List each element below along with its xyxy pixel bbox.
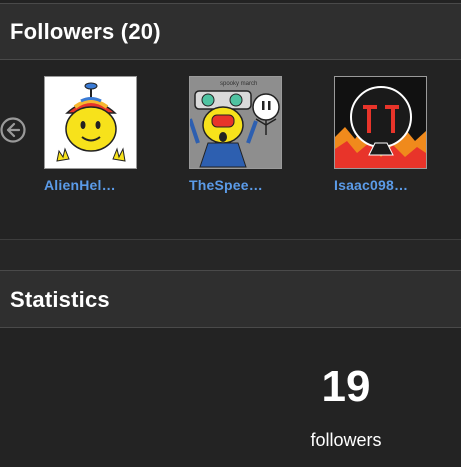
follower-avatar[interactable]: spooky march bbox=[189, 76, 282, 169]
avatar-caption: spooky march bbox=[220, 81, 257, 87]
follower-name-link[interactable]: AlienHel… bbox=[44, 177, 139, 193]
profile-page: Followers (20) AlienHel… spooky march Th… bbox=[0, 0, 461, 467]
followers-title: Followers (20) bbox=[10, 19, 161, 44]
follower-avatar[interactable] bbox=[44, 76, 137, 169]
followers-panel-header: Followers (20) bbox=[0, 3, 461, 60]
followers-count: 19 bbox=[321, 362, 371, 411]
section-gap bbox=[0, 240, 461, 270]
follower-name-link[interactable]: Isaac098… bbox=[334, 177, 429, 193]
yellow-alien-propeller-hat-avatar bbox=[45, 77, 136, 168]
statistics-title: Statistics bbox=[10, 287, 110, 312]
follower-item[interactable]: spooky march TheSpee… bbox=[189, 76, 284, 193]
followers-count-label: followers bbox=[310, 430, 382, 450]
spooky-march-robot-avatar: spooky march bbox=[190, 77, 281, 168]
arrow-left-circle-icon[interactable] bbox=[0, 117, 26, 143]
follower-avatar[interactable] bbox=[334, 76, 427, 169]
follower-name-link[interactable]: TheSpee… bbox=[189, 177, 284, 193]
follower-item[interactable]: AlienHel… bbox=[44, 76, 139, 193]
red-fire-mask-avatar bbox=[335, 77, 426, 168]
statistics-panel-header: Statistics bbox=[0, 270, 461, 328]
follower-item[interactable]: Isaac098… bbox=[334, 76, 429, 193]
